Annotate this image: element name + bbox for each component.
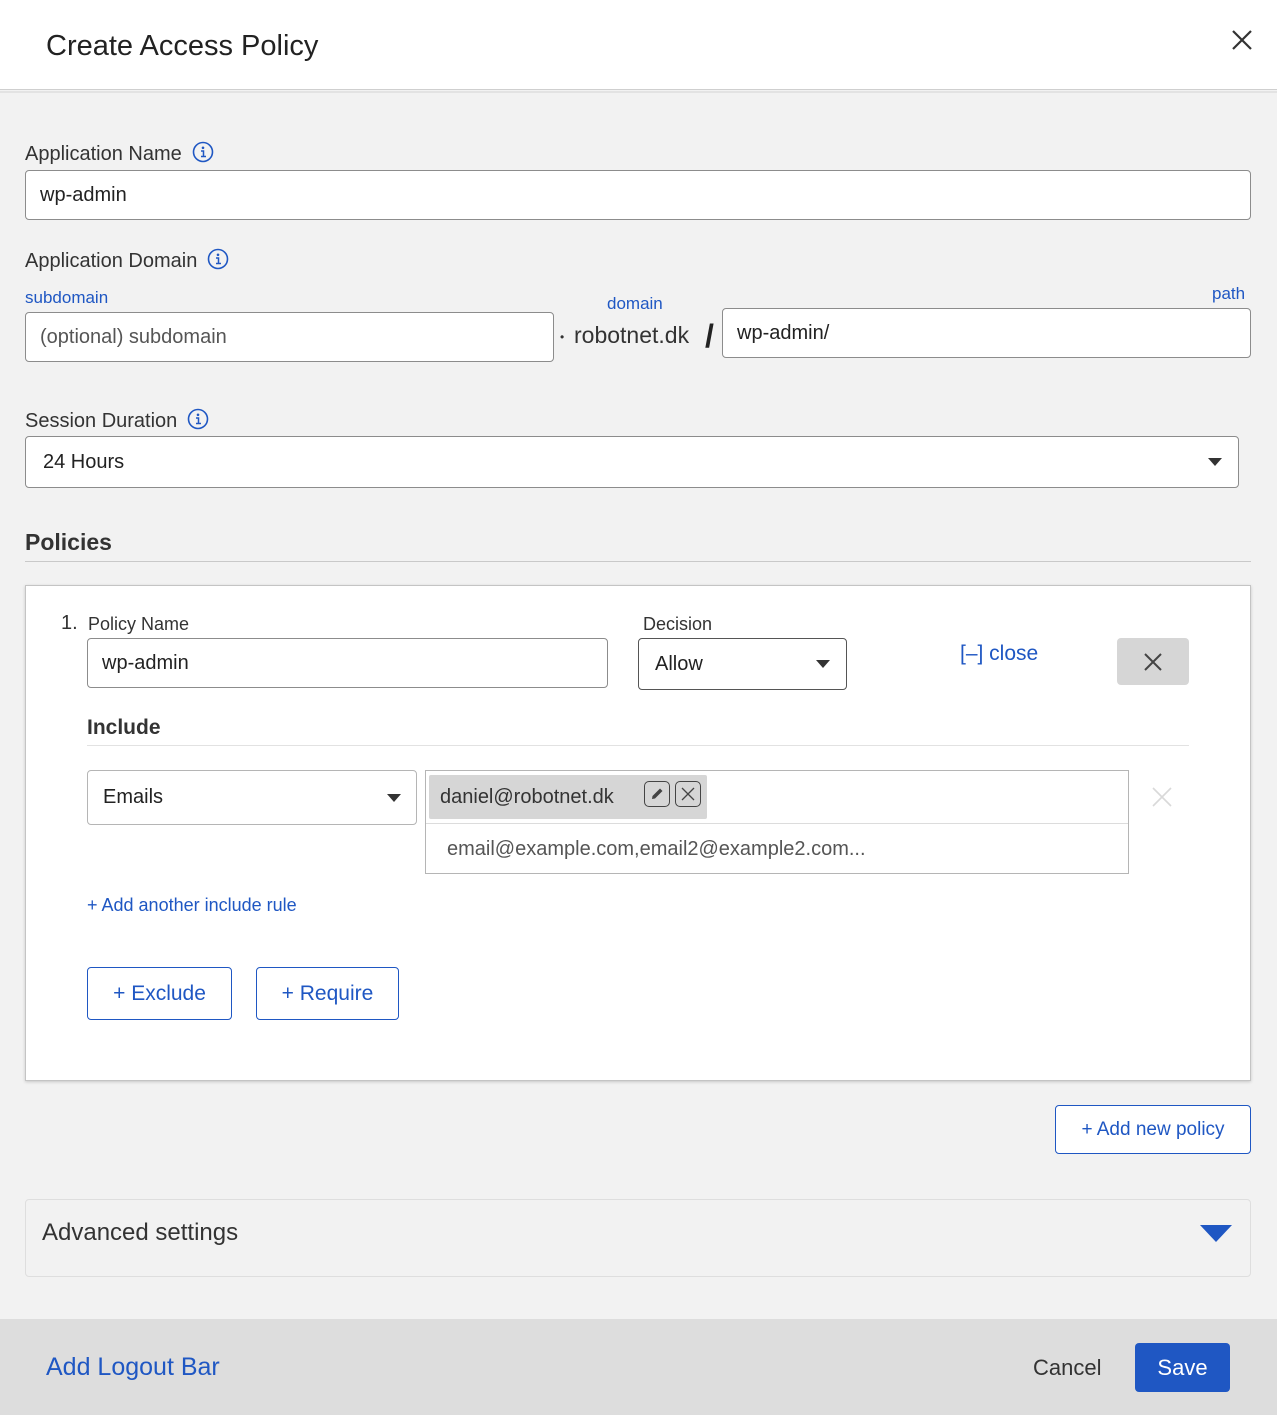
session-label-row: Session Duration [25,408,209,435]
policy-name-value: wp-admin [102,651,189,674]
app-domain-label: Application Domain [25,250,198,272]
header-divider [0,91,1277,93]
policies-divider [25,561,1251,562]
policy-name-label: Policy Name [88,614,190,634]
close-dialog-icon[interactable] [1226,24,1258,56]
subdomain-input[interactable]: (optional) subdomain [25,312,554,362]
app-name-value: wp-admin [40,183,127,206]
domain-label: domain [607,294,663,313]
exclude-button[interactable]: + Exclude [87,967,232,1020]
app-domain-label-row: Application Domain [25,248,229,275]
policy-number: 1. [61,612,78,634]
chevron-down-icon [387,794,401,802]
remove-tag-button[interactable] [675,781,701,807]
chevron-down-icon [1208,458,1222,466]
session-duration-label: Session Duration [25,410,178,432]
decision-select[interactable]: Allow [638,638,847,690]
remove-rule-icon[interactable] [1150,785,1174,809]
rule-type-select[interactable]: Emails [87,770,417,825]
subdomain-placeholder: (optional) subdomain [40,325,227,348]
edit-tag-button[interactable] [644,781,670,807]
session-duration-value: 24 Hours [43,450,125,473]
decision-value: Allow [655,652,703,675]
policies-title: Policies [25,529,112,555]
email-tag-text: daniel@robotnet.dk [440,785,614,808]
add-new-policy-button[interactable]: + Add new policy [1055,1105,1251,1154]
info-icon[interactable] [207,248,229,275]
domain-dot: • [560,330,565,344]
add-include-rule-link[interactable]: + Add another include rule [87,895,297,916]
tag-input-divider [426,823,1128,824]
subdomain-label: subdomain [25,288,109,307]
add-logout-bar-link[interactable]: Add Logout Bar [46,1353,220,1382]
path-input[interactable]: wp-admin/ [722,308,1251,358]
chevron-down-icon[interactable] [1200,1225,1232,1242]
path-value: wp-admin/ [737,321,830,344]
delete-policy-button[interactable] [1117,638,1189,685]
info-icon[interactable] [187,408,209,435]
pencil-icon [652,788,663,799]
rule-type-value: Emails [103,786,164,808]
dialog-title: Create Access Policy [46,30,319,62]
advanced-settings-label: Advanced settings [42,1219,239,1246]
app-name-label: Application Name [25,143,182,165]
cancel-button[interactable]: Cancel [1033,1355,1101,1381]
chevron-down-icon [816,660,830,668]
session-duration-select[interactable]: 24 Hours [25,436,1239,488]
policy-name-input[interactable]: wp-admin [87,638,608,688]
save-button[interactable]: Save [1135,1343,1230,1392]
path-label: path [1212,284,1246,303]
app-name-label-row: Application Name [25,141,214,168]
close-icon [681,787,695,801]
email-input-placeholder[interactable]: email@example.com,email2@example2.com... [447,838,866,861]
include-divider [87,745,1189,746]
path-slash: / [705,318,714,354]
app-name-input[interactable]: wp-admin [25,170,1251,220]
include-title: Include [87,716,161,739]
info-icon[interactable] [192,141,214,168]
close-icon [1144,652,1162,671]
domain-value: robotnet.dk [574,322,690,348]
close-policy-link[interactable]: [–] close [960,642,1038,666]
decision-label: Decision [643,614,713,634]
require-button[interactable]: + Require [256,967,399,1020]
